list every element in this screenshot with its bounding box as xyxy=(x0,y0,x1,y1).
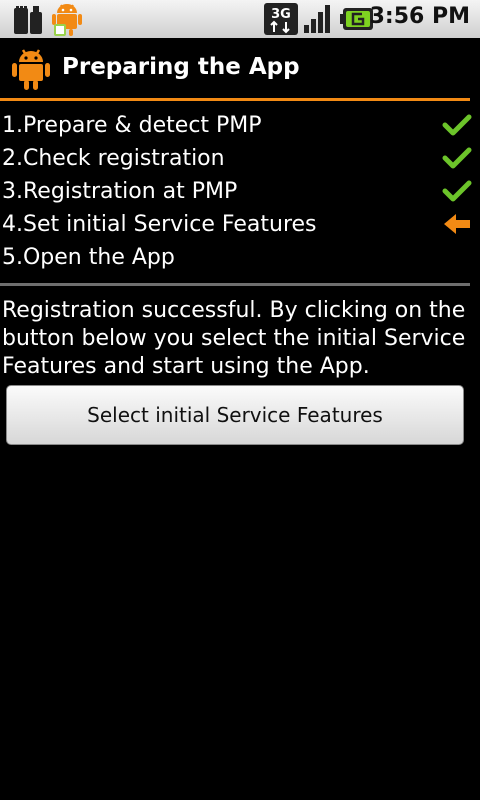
checkmark-icon xyxy=(442,114,472,136)
status-clock: 3:56 PM xyxy=(369,4,470,29)
step-list: 1.Prepare & detect PMP 2.Check registrat… xyxy=(0,110,480,275)
3g-data-icon: 3G xyxy=(264,3,298,35)
android-icon xyxy=(12,49,50,90)
step-item-2: 2.Check registration xyxy=(0,143,480,176)
step-divider xyxy=(0,283,470,286)
title-bar: Preparing the App xyxy=(0,38,480,100)
step-label: 3.Registration at PMP xyxy=(2,179,238,204)
status-message: Registration successful. By clicking on … xyxy=(2,298,466,379)
step-item-5: 5.Open the App xyxy=(0,242,480,275)
step-item-3: 3.Registration at PMP xyxy=(0,176,480,209)
step-label: 5.Open the App xyxy=(2,245,175,270)
step-label: 1.Prepare & detect PMP xyxy=(2,113,262,138)
android-notification-icon xyxy=(52,4,82,36)
arrow-left-icon xyxy=(444,214,470,234)
sd-card-icon xyxy=(14,6,42,34)
step-item-1: 1.Prepare & detect PMP xyxy=(0,110,480,143)
checkmark-icon xyxy=(442,147,472,169)
step-item-4: 4.Set initial Service Features xyxy=(0,209,480,242)
title-divider xyxy=(0,98,470,101)
checkmark-icon xyxy=(442,180,472,202)
step-label: 4.Set initial Service Features xyxy=(2,212,317,237)
signal-strength-icon xyxy=(304,5,330,33)
select-service-features-button[interactable]: Select initial Service Features xyxy=(6,385,464,445)
svg-text:3G: 3G xyxy=(271,7,291,22)
step-label: 2.Check registration xyxy=(2,146,225,171)
page-title: Preparing the App xyxy=(62,54,300,80)
status-bar: 3G 3:56 PM xyxy=(0,0,480,39)
